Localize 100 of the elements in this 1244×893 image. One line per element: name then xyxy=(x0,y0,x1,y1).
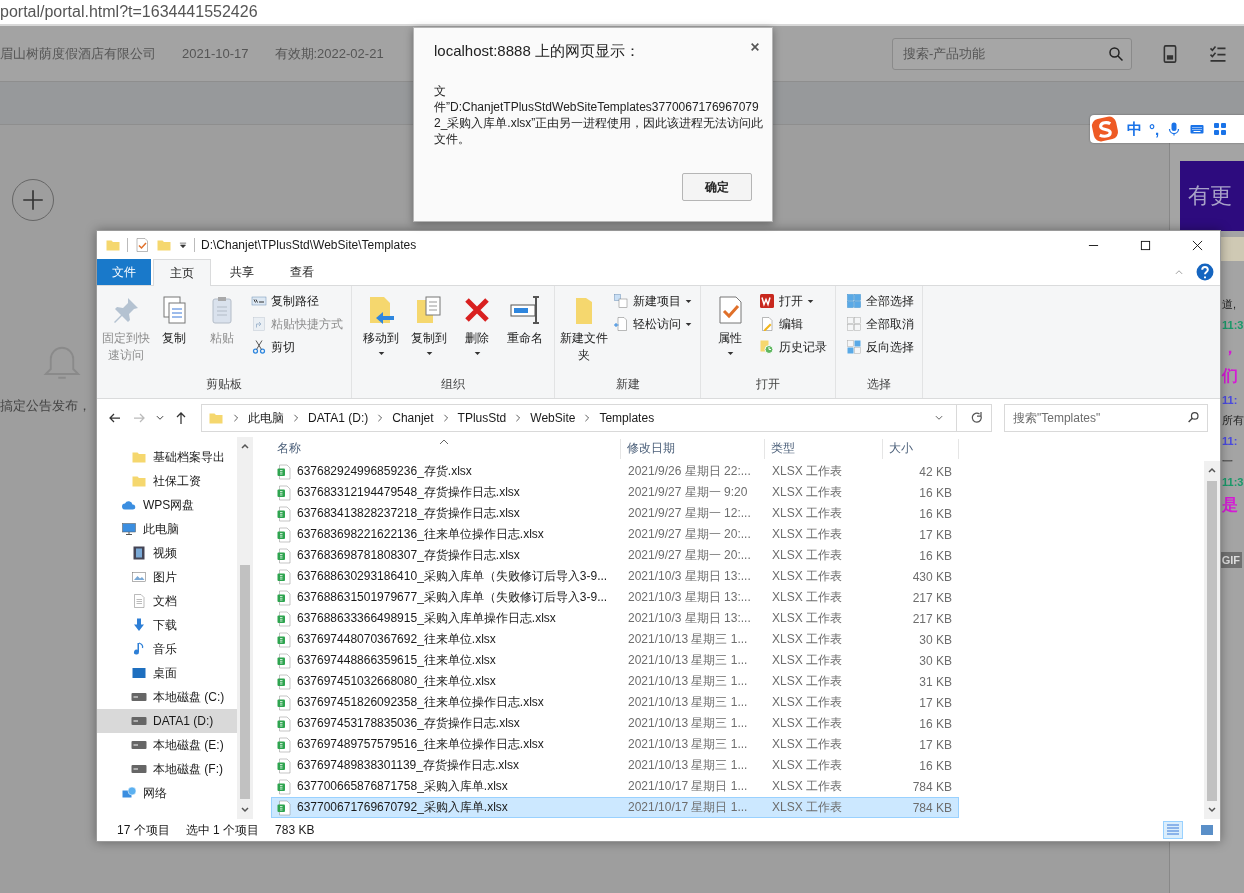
column-header[interactable]: 大小 xyxy=(883,439,959,459)
nav-item[interactable]: 本地磁盘 (C:) xyxy=(97,685,237,709)
file-row[interactable]: 637688630293186410_采购入库单（失败修订后导入3-9... 2021/10/3 星期日 13:... XLSX 工作表 430 KB xyxy=(271,566,959,587)
nav-item[interactable]: 网络 xyxy=(97,781,237,805)
nav-item[interactable]: 下载 xyxy=(97,613,237,637)
nav-item[interactable]: 本地磁盘 (E:) xyxy=(97,733,237,757)
file-name: 637683312194479548_存货操作日志.xlsx xyxy=(297,484,520,501)
column-header[interactable]: 名称 xyxy=(271,439,621,459)
large-icons-view-icon[interactable] xyxy=(1198,822,1216,838)
file-row[interactable]: 637700671769670792_采购入库单.xlsx 2021/10/17 星期日 1... XLSX 工作表 784 KB xyxy=(271,797,959,818)
chevron-icon[interactable] xyxy=(376,414,385,422)
file-row[interactable]: 637697451032668080_往来单位.xlsx 2021/10/13 星期三 1... XLSX 工作表 31 KB xyxy=(271,671,959,692)
file-row[interactable]: 637697489757579516_往来单位操作日志.xlsx 2021/10/13 星期三 1... XLSX 工作表 17 KB xyxy=(271,734,959,755)
ribbon-button[interactable]: 全部选择 xyxy=(844,290,916,312)
breadcrumb[interactable]: Templates xyxy=(599,411,655,425)
scroll-up-icon[interactable] xyxy=(1207,465,1217,475)
file-row[interactable]: 637697453178835036_存货操作日志.xlsx 2021/10/13 星期三 1... XLSX 工作表 16 KB xyxy=(271,713,959,734)
ribbon-button[interactable]: 属性 xyxy=(707,290,753,376)
file-row[interactable]: 637682924996859236_存货.xlsx 2021/9/26 星期日 22:... XLSX 工作表 42 KB xyxy=(271,461,959,482)
nav-item[interactable]: 此电脑 xyxy=(97,517,237,541)
file-row[interactable]: 637688633366498915_采购入库单操作日志.xlsx 2021/10/3 星期日 13:... XLSX 工作表 217 KB xyxy=(271,608,959,629)
ribbon-button[interactable]: 复制 xyxy=(151,290,197,376)
address-bar[interactable]: 此电脑 DATA1 (D:) Chanjet TPlusStd WebSite Templates xyxy=(201,404,992,432)
nav-item[interactable]: 图片 xyxy=(97,565,237,589)
checklist-icon[interactable] xyxy=(1208,43,1228,64)
breadcrumb[interactable]: Chanjet xyxy=(392,411,434,425)
ribbon-button[interactable]: 新建文件夹 xyxy=(561,290,607,376)
ribbon-button[interactable]: 轻松访问 xyxy=(611,313,694,335)
spreadsheet-file-icon xyxy=(276,799,292,816)
breadcrumb[interactable]: DATA1 (D:) xyxy=(308,411,369,425)
dropdown-icon[interactable] xyxy=(178,240,188,250)
ribbon-tab[interactable]: 查看 xyxy=(273,259,331,285)
ribbon-button[interactable]: 删除 xyxy=(454,290,500,376)
chevron-icon[interactable] xyxy=(232,414,240,422)
chevron-icon[interactable] xyxy=(514,414,523,422)
file-row[interactable]: 637683698781808307_存货操作日志.xlsx 2021/9/27 星期一 20:... XLSX 工作表 16 KB xyxy=(271,545,959,566)
nav-item[interactable]: WPS网盘 xyxy=(97,493,237,517)
file-row[interactable]: 637688631501979677_采购入库单（失败修订后导入3-9... 2021/10/3 星期日 13:... XLSX 工作表 217 KB xyxy=(271,587,959,608)
help-icon[interactable] xyxy=(1196,263,1214,281)
close-icon[interactable] xyxy=(750,42,760,52)
scroll-down-icon[interactable] xyxy=(1207,805,1217,815)
ribbon-tab[interactable]: 文件 xyxy=(97,259,151,285)
search-icon[interactable] xyxy=(1108,45,1124,62)
details-view-icon[interactable] xyxy=(1164,822,1182,838)
refresh-icon[interactable] xyxy=(969,410,985,426)
file-row[interactable]: 637697451826092358_往来单位操作日志.xlsx 2021/10/13 星期三 1... XLSX 工作表 17 KB xyxy=(271,692,959,713)
file-row[interactable]: 637697448866359615_往来单位.xlsx 2021/10/13 星期三 1... XLSX 工作表 30 KB xyxy=(271,650,959,671)
spreadsheet-file-icon xyxy=(276,589,292,606)
nav-item[interactable]: 桌面 xyxy=(97,661,237,685)
chevron-icon[interactable] xyxy=(292,414,300,422)
ribbon-button[interactable]: 全部取消 xyxy=(844,313,916,335)
ribbon-button[interactable]: 复制路径 xyxy=(249,290,345,312)
nav-item[interactable]: 本地磁盘 (F:) xyxy=(97,757,237,781)
column-header[interactable]: 类型 xyxy=(765,439,883,459)
ribbon-tab[interactable]: 共享 xyxy=(213,259,271,285)
breadcrumb[interactable]: 此电脑 xyxy=(248,409,284,427)
ribbon-button[interactable]: 重命名 xyxy=(502,290,548,376)
ribbon-button[interactable]: 剪切 xyxy=(249,336,345,358)
scroll-down-icon[interactable] xyxy=(240,805,250,815)
ok-button[interactable]: 确定 xyxy=(682,173,752,201)
recent-locations-icon[interactable] xyxy=(155,413,165,423)
ribbon-button[interactable]: 历史记录 xyxy=(757,336,829,358)
search-field[interactable]: 搜索-产品功能 xyxy=(892,37,1132,70)
scrollbar[interactable] xyxy=(237,437,253,819)
properties-icon[interactable] xyxy=(134,237,150,253)
nav-item[interactable]: 视频 xyxy=(97,541,237,565)
chevron-icon[interactable] xyxy=(583,414,592,422)
file-row[interactable]: 637697489838301139_存货操作日志.xlsx 2021/10/13 星期三 1... XLSX 工作表 16 KB xyxy=(271,755,959,776)
breadcrumb[interactable]: TPlusStd xyxy=(457,411,507,425)
ribbon-button[interactable]: 复制到 xyxy=(406,290,452,376)
scrollbar[interactable] xyxy=(1204,461,1220,819)
punctuation-mode[interactable]: °, xyxy=(1149,120,1160,138)
file-row[interactable]: 637683312194479548_存货操作日志.xlsx 2021/9/27 星期一 9:20 XLSX 工作表 16 KB xyxy=(271,482,959,503)
ribbon-button[interactable]: 编辑 xyxy=(757,313,829,335)
nav-item[interactable]: DATA1 (D:) xyxy=(97,709,237,733)
nav-item[interactable]: 文档 xyxy=(97,589,237,613)
file-row[interactable]: 637683698221622136_往来单位操作日志.xlsx 2021/9/27 星期一 20:... XLSX 工作表 17 KB xyxy=(271,524,959,545)
file-row[interactable]: 637697448070367692_往来单位.xlsx 2021/10/13 星期三 1... XLSX 工作表 30 KB xyxy=(271,629,959,650)
address-url[interactable]: portal/portal.html?t=1634441552426 xyxy=(0,3,258,21)
ribbon-button[interactable]: 移动到 xyxy=(358,290,404,376)
scroll-up-icon[interactable] xyxy=(240,441,250,451)
grid-icon[interactable] xyxy=(1212,121,1229,137)
column-header[interactable]: 修改日期 xyxy=(621,439,765,459)
input-mode[interactable]: 中 xyxy=(1127,119,1142,139)
ribbon-tab[interactable]: 主页 xyxy=(153,259,211,286)
gif-button[interactable]: GIF xyxy=(1219,552,1242,568)
ribbon-button[interactable]: 反向选择 xyxy=(844,336,916,358)
update-banner[interactable]: 有更 xyxy=(1180,161,1244,231)
nav-item[interactable]: 基础档案导出 xyxy=(97,445,237,469)
file-row[interactable]: 637700665876871758_采购入库单.xlsx 2021/10/17 星期日 1... XLSX 工作表 784 KB xyxy=(271,776,959,797)
collapse-icon[interactable] xyxy=(1174,267,1184,277)
chevron-icon[interactable] xyxy=(441,414,450,422)
nav-item[interactable]: 社保工资 xyxy=(97,469,237,493)
ribbon-button[interactable]: 打开 xyxy=(757,290,829,312)
input-method-logo-icon[interactable] xyxy=(1090,115,1120,143)
file-row[interactable]: 637683413828237218_存货操作日志.xlsx 2021/9/27 星期一 12:... XLSX 工作表 16 KB xyxy=(271,503,959,524)
breadcrumb[interactable]: WebSite xyxy=(530,411,576,425)
ribbon-button[interactable]: 新建项目 xyxy=(611,290,694,312)
file-name: 637683413828237218_存货操作日志.xlsx xyxy=(297,505,520,522)
nav-item[interactable]: 音乐 xyxy=(97,637,237,661)
